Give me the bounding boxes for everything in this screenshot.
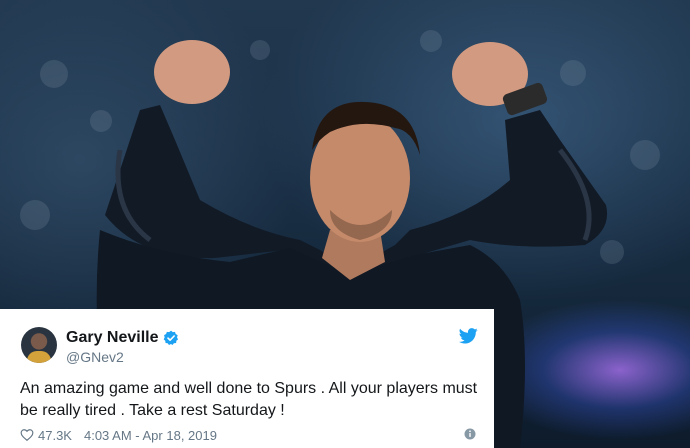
twitter-bird-icon[interactable]	[459, 328, 478, 344]
user-name[interactable]: Gary Neville	[66, 329, 159, 347]
verified-badge-icon	[163, 330, 179, 345]
info-icon[interactable]	[464, 428, 476, 440]
tweet-timestamp[interactable]: 4:03 AM - Apr 18, 2019	[84, 428, 217, 443]
user-avatar[interactable]	[21, 327, 57, 363]
like-count[interactable]: 47.3K	[38, 428, 72, 443]
tweet-text: An amazing game and well done to Spurs .…	[20, 380, 478, 419]
user-handle[interactable]: @GNev2	[66, 349, 124, 365]
tweet-card[interactable]: Gary Neville @GNev2 An amazing game and …	[0, 309, 494, 448]
tweet-footer: 47.3K 4:03 AM - Apr 18, 2019	[20, 426, 480, 444]
heart-icon[interactable]	[20, 428, 34, 442]
